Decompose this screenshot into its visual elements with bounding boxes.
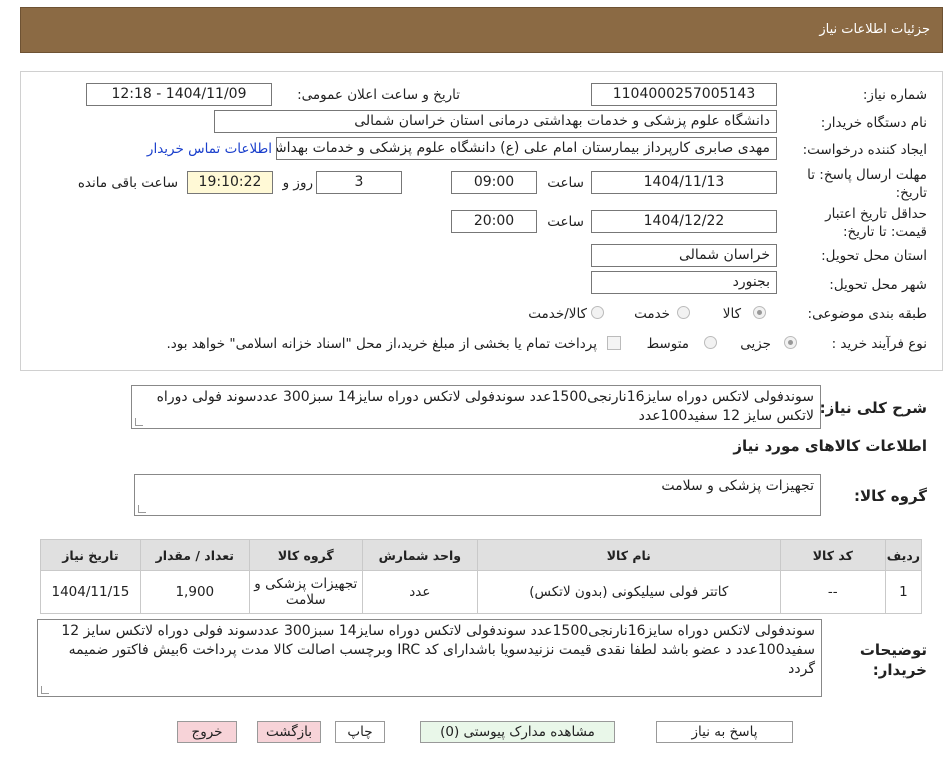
remaining-time-field: 19:10:22: [187, 171, 273, 194]
days-field[interactable]: 3: [316, 171, 402, 194]
province-label: استان محل تحویل:: [821, 248, 927, 264]
column-header: گروه کالا: [248, 539, 363, 571]
goods-group-text: تجهیزات پزشکی و سلامت: [661, 478, 814, 494]
deadline-date-field[interactable]: 1404/11/13: [591, 171, 777, 194]
deadline-label: مهلت ارسال پاسخ: تا تاریخ:: [807, 167, 927, 201]
process-option-medium: متوسط: [646, 336, 689, 352]
city-label: شهر محل تحویل:: [829, 277, 927, 293]
remaining-label: ساعت باقی مانده: [77, 175, 178, 191]
category-label: طبقه بندی موضوعی:: [807, 306, 927, 322]
summary-text: سوندفولی لاتکس دوراه سایز16نارنجی1500عدد…: [156, 389, 814, 424]
column-header: کد کالا: [779, 539, 886, 571]
print-button[interactable]: چاپ: [335, 721, 385, 743]
summary-label: شرح کلی نیاز:: [819, 399, 927, 417]
validity-label: حداقل تاریخ اعتبار قیمت: تا تاریخ:: [825, 206, 927, 240]
table-header-row: ردیف کد کالا نام کالا واحد شمارش گروه کا…: [40, 539, 923, 571]
need-number-label: شماره نیاز:: [862, 87, 927, 103]
goods-table: ردیف کد کالا نام کالا واحد شمارش گروه کا…: [40, 539, 923, 614]
reply-button[interactable]: پاسخ به نیاز: [656, 721, 793, 743]
deadline-time-label: ساعت: [547, 175, 584, 191]
table-row[interactable]: 1 -- کاتتر فولی سیلیکونی (بدون لاتکس) عد…: [40, 570, 923, 614]
table-cell: عدد: [361, 570, 478, 614]
buyer-label: نام دستگاه خریدار:: [820, 115, 927, 131]
buyer-contact-link[interactable]: اطلاعات تماس خریدار: [147, 141, 272, 157]
creator-label: ایجاد کننده درخواست:: [802, 142, 927, 158]
column-header: تاریخ نیاز: [40, 539, 141, 571]
category-radio-goods-service[interactable]: [591, 306, 604, 319]
buyer-notes-textarea[interactable]: سوندفولی لاتکس دوراه سایز16نارنجی1500عدد…: [37, 619, 822, 697]
payment-note: پرداخت تمام یا بخشی از مبلغ خرید،از محل …: [166, 336, 597, 352]
column-header: نام کالا: [476, 539, 781, 571]
exit-button[interactable]: خروج: [177, 721, 237, 743]
column-header: ردیف: [884, 539, 923, 571]
resize-grip-icon[interactable]: [41, 686, 49, 694]
treasury-checkbox[interactable]: [607, 336, 621, 350]
back-button[interactable]: بازگشت: [257, 721, 321, 743]
validity-time-field[interactable]: 20:00: [451, 210, 537, 233]
summary-textarea[interactable]: سوندفولی لاتکس دوراه سایز16نارنجی1500عدد…: [131, 385, 821, 429]
category-option-goods: کالا: [722, 306, 741, 322]
column-header: واحد شمارش: [361, 539, 478, 571]
city-field[interactable]: بجنورد: [591, 271, 777, 294]
province-field[interactable]: خراسان شمالی: [591, 244, 777, 267]
resize-grip-icon[interactable]: [135, 418, 143, 426]
category-radio-goods[interactable]: [753, 306, 766, 319]
table-cell: 1,900: [139, 570, 250, 614]
announce-date-label: تاریخ و ساعت اعلان عمومی:: [297, 87, 460, 103]
resize-grip-icon[interactable]: [138, 505, 146, 513]
table-cell: 1404/11/15: [40, 570, 141, 614]
category-radio-service[interactable]: [677, 306, 690, 319]
goods-section-title: اطلاعات کالاهای مورد نیاز: [733, 437, 927, 455]
process-option-minor: جزیی: [740, 336, 771, 352]
buyer-notes-label: توضیحات خریدار:: [859, 641, 927, 679]
table-cell: 1: [884, 570, 923, 614]
deadline-time-field[interactable]: 09:00: [451, 171, 537, 194]
process-radio-medium[interactable]: [704, 336, 717, 349]
category-option-goods-service: کالا/خدمت: [528, 306, 587, 322]
table-cell: --: [779, 570, 886, 614]
validity-date-field[interactable]: 1404/12/22: [591, 210, 777, 233]
days-label: روز و: [282, 175, 313, 191]
announce-date-field[interactable]: 1404/11/09 - 12:18: [86, 83, 272, 106]
category-option-service: خدمت: [634, 306, 670, 322]
process-radio-minor[interactable]: [784, 336, 797, 349]
page-title: جزئیات اطلاعات نیاز: [819, 22, 930, 37]
table-cell: کاتتر فولی سیلیکونی (بدون لاتکس): [476, 570, 781, 614]
page-header: جزئیات اطلاعات نیاز: [20, 7, 943, 53]
process-label: نوع فرآیند خرید :: [831, 336, 927, 352]
need-number-field[interactable]: 1104000257005143: [591, 83, 777, 106]
buyer-notes-text: سوندفولی لاتکس دوراه سایز16نارنجی1500عدد…: [61, 623, 815, 677]
validity-time-label: ساعت: [547, 214, 584, 230]
creator-field[interactable]: مهدی صابری کارپرداز بیمارستان امام علی (…: [276, 137, 777, 160]
view-attachments-button[interactable]: مشاهده مدارک پیوستی (0): [420, 721, 615, 743]
column-header: تعداد / مقدار: [139, 539, 250, 571]
goods-group-textarea[interactable]: تجهیزات پزشکی و سلامت: [134, 474, 821, 516]
buyer-field[interactable]: دانشگاه علوم پزشکی و خدمات بهداشتی درمان…: [214, 110, 777, 133]
goods-group-label: گروه کالا:: [854, 487, 927, 505]
table-cell: تجهیزات پزشکی و سلامت: [248, 570, 363, 614]
